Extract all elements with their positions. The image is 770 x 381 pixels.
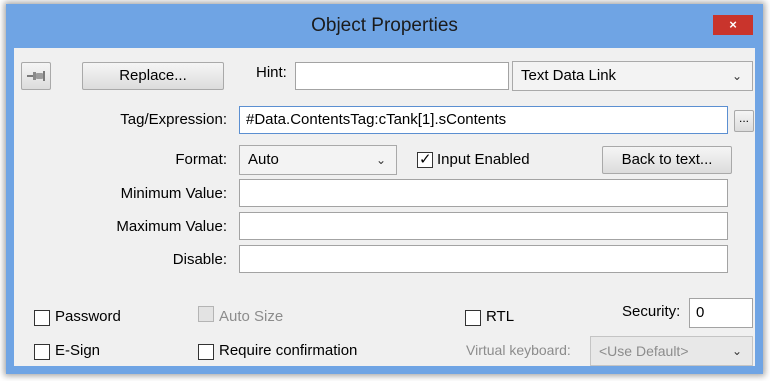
rtl-checkbox[interactable] — [465, 310, 481, 326]
tag-expression-input[interactable]: #Data.ContentsTag:cTank[1].sContents — [239, 106, 728, 134]
auto-size-checkbox — [198, 306, 214, 322]
pin-button[interactable] — [21, 62, 51, 90]
input-enabled-label: Input Enabled — [437, 151, 530, 168]
pushpin-icon — [27, 71, 45, 81]
chevron-down-icon: ⌄ — [731, 69, 742, 83]
minimum-value-label: Minimum Value: — [120, 185, 227, 202]
tag-expression-label: Tag/Expression: — [120, 111, 227, 128]
password-label: Password — [55, 308, 121, 325]
replace-button[interactable]: Replace... — [82, 62, 224, 90]
input-enabled-checkbox[interactable]: ✓ — [417, 151, 433, 168]
format-select[interactable]: Auto ⌄ — [239, 145, 397, 175]
link-type-select[interactable]: Text Data Link ⌄ — [512, 61, 753, 91]
close-button[interactable]: × — [713, 15, 753, 35]
virtual-keyboard-value: <Use Default> — [599, 343, 689, 359]
disable-label: Disable: — [172, 251, 227, 268]
format-label: Format: — [175, 151, 227, 168]
close-icon: × — [729, 17, 737, 32]
rtl-label: RTL — [486, 308, 515, 325]
virtual-keyboard-select: <Use Default> ⌄ — [590, 336, 753, 366]
require-confirmation-label: Require confirmation — [219, 342, 358, 359]
window-title: Object Properties — [311, 15, 458, 36]
security-input[interactable]: 0 — [689, 298, 753, 328]
maximum-value-label: Maximum Value: — [116, 218, 227, 235]
back-to-text-button[interactable]: Back to text... — [602, 146, 732, 174]
disable-input[interactable] — [239, 245, 728, 273]
browse-button[interactable]: ... — [734, 110, 754, 132]
checkmark-icon: ✓ — [419, 151, 432, 168]
hint-label: Hint: — [256, 64, 287, 81]
virtual-keyboard-label: Virtual keyboard: — [466, 342, 571, 358]
format-value: Auto — [248, 151, 279, 168]
security-label: Security: — [622, 303, 681, 320]
title-bar[interactable]: Object Properties × — [6, 4, 763, 48]
link-type-value: Text Data Link — [521, 67, 617, 84]
auto-size-label: Auto Size — [219, 308, 284, 325]
dialog-body: Replace... Hint: Text Data Link ⌄ Tag/Ex… — [14, 48, 755, 366]
minimum-value-input[interactable] — [239, 179, 728, 207]
object-properties-window: Object Properties × Replace... Hint: Tex… — [6, 4, 763, 374]
e-sign-label: E-Sign — [55, 342, 101, 359]
chevron-down-icon: ⌄ — [731, 344, 742, 358]
require-confirmation-checkbox[interactable] — [198, 344, 214, 360]
hint-input[interactable] — [295, 62, 509, 90]
password-checkbox[interactable] — [34, 310, 50, 326]
e-sign-checkbox[interactable] — [34, 344, 50, 360]
maximum-value-input[interactable] — [239, 212, 728, 240]
chevron-down-icon: ⌄ — [375, 153, 386, 167]
